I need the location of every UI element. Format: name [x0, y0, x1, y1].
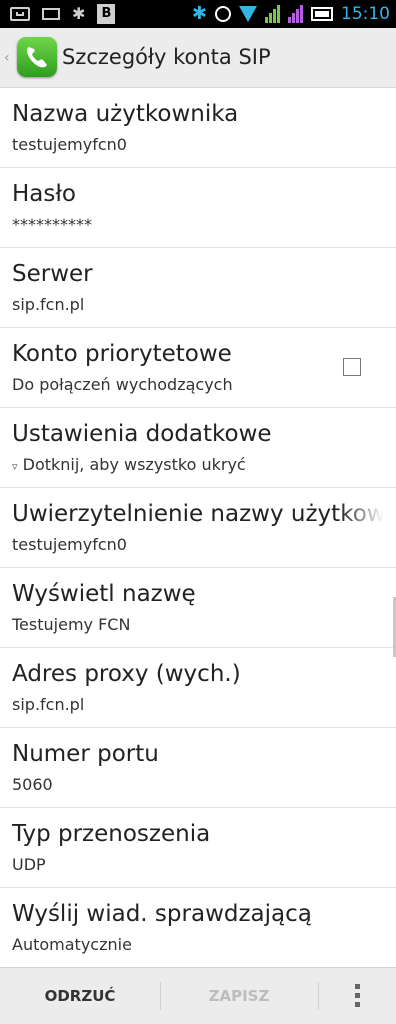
setting-summary: 5060 [12, 775, 53, 794]
setting-summary: sip.fcn.pl [12, 295, 85, 314]
overflow-menu-icon[interactable] [345, 968, 371, 1024]
setting-title: Numer portu [12, 741, 159, 767]
battery-icon [311, 7, 333, 21]
setting-title: Uwierzytelnienie nazwy użytkownika [12, 501, 384, 527]
setting-title: Wyświetl nazwę [12, 581, 196, 607]
save-button[interactable]: ZAPISZ [160, 968, 318, 1024]
setting-summary: sip.fcn.pl [12, 695, 85, 714]
system-icons: ✱ 15:10 [192, 3, 390, 25]
setting-title: Konto priorytetowe [12, 341, 232, 367]
mail-icon [42, 8, 60, 20]
setting-summary: testujemyfcn0 [12, 135, 127, 154]
setting-display-name[interactable]: Wyświetl nazwę Testujemy FCN [0, 568, 396, 648]
setting-title: Serwer [12, 261, 93, 287]
setting-advanced[interactable]: Ustawienia dodatkowe ▿ Dotknij, aby wszy… [0, 408, 396, 488]
setting-transport-type[interactable]: Typ przenoszenia UDP [0, 808, 396, 888]
setting-server[interactable]: Serwer sip.fcn.pl [0, 248, 396, 328]
setting-proxy-address[interactable]: Adres proxy (wych.) sip.fcn.pl [0, 648, 396, 728]
setting-password[interactable]: Hasło ********** [0, 168, 396, 248]
setting-title: Adres proxy (wych.) [12, 661, 241, 687]
bluetooth-box-icon: B [97, 4, 116, 24]
setting-summary: ********** [12, 215, 92, 234]
settings-list: Nazwa użytkownika testujemyfcn0 Hasło **… [0, 88, 396, 968]
setting-title: Ustawienia dodatkowe [12, 421, 272, 447]
setting-summary: ▿ Dotknij, aby wszystko ukryć [12, 455, 246, 477]
setting-port-number[interactable]: Numer portu 5060 [0, 728, 396, 808]
usb-icon [10, 7, 30, 21]
bottom-action-bar: ODRZUĆ ZAPISZ [0, 967, 396, 1024]
setting-title: Nazwa użytkownika [12, 101, 239, 127]
setting-summary-text: Dotknij, aby wszystko ukryć [22, 455, 246, 474]
phone-app-icon[interactable] [17, 37, 57, 77]
bluetooth-icon: ✱ [72, 4, 86, 23]
up-navigation-icon[interactable]: ‹ [4, 50, 10, 66]
collapse-triangle-icon: ▿ [12, 460, 18, 473]
setting-title: Wyślij wiad. sprawdzającą [12, 901, 312, 927]
notification-icons: ✱ B [10, 4, 116, 24]
setting-summary: UDP [12, 855, 46, 874]
clock: 15:10 [341, 4, 390, 24]
divider [318, 982, 319, 1010]
priority-account-checkbox[interactable] [343, 358, 361, 376]
signal-icon [288, 5, 303, 23]
alarm-icon [215, 6, 231, 22]
setting-title: Hasło [12, 181, 76, 207]
wifi-icon [239, 6, 257, 22]
setting-summary: testujemyfcn0 [12, 535, 127, 554]
setting-summary: Automatycznie [12, 935, 132, 954]
setting-send-keepalive[interactable]: Wyślij wiad. sprawdzającą Automatycznie [0, 888, 396, 968]
bluetooth-active-icon: ✱ [191, 3, 207, 24]
setting-title: Typ przenoszenia [12, 821, 211, 847]
action-bar: ‹ Szczegóły konta SIP [0, 28, 396, 88]
setting-priority-account[interactable]: Konto priorytetowe Do połączeń wychodząc… [0, 328, 396, 408]
page-title: Szczegóły konta SIP [62, 45, 271, 69]
setting-auth-username[interactable]: Uwierzytelnienie nazwy użytkownika testu… [0, 488, 396, 568]
status-bar: ✱ B ✱ 15:10 [0, 0, 396, 28]
discard-button[interactable]: ODRZUĆ [0, 968, 160, 1024]
setting-summary: Do połączeń wychodzących [12, 375, 233, 394]
setting-username[interactable]: Nazwa użytkownika testujemyfcn0 [0, 88, 396, 168]
signal-icon [265, 5, 280, 23]
setting-summary: Testujemy FCN [12, 615, 131, 634]
